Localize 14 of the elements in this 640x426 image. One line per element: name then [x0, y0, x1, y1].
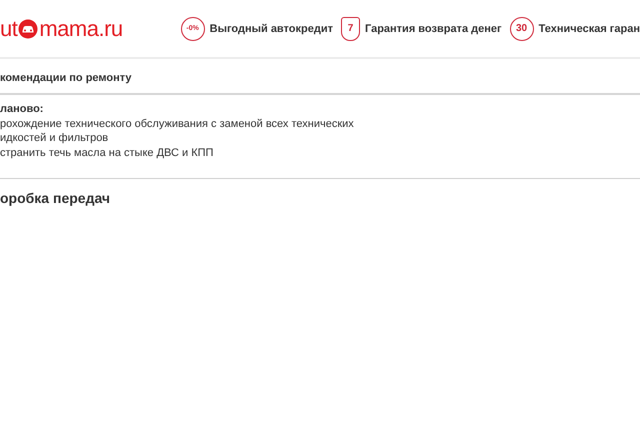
- logo-text[interactable]: mama.ru: [39, 16, 123, 42]
- benefit-link[interactable]: Гарантия возврата денег: [364, 22, 502, 34]
- car-icon: [18, 18, 38, 38]
- shield-badge: 7: [340, 16, 360, 40]
- logo-text[interactable]: ut: [0, 16, 18, 42]
- benefit-link[interactable]: Выгодный автокредит: [210, 22, 333, 34]
- section-heading: оробка передач: [0, 189, 112, 206]
- recommendation-text: рохождение технического обслуживания с заменой всех технических: [0, 116, 355, 131]
- days-badge: 30: [510, 16, 534, 40]
- recommendation-text: странить течь масла на стыке ДВС и КПП: [0, 146, 214, 160]
- section-title: комендации по ремонту: [0, 59, 640, 95]
- benefit-link[interactable]: Техническая гаран: [538, 22, 640, 34]
- recommendation-heading: ланово:: [0, 102, 44, 116]
- recommendation-text: идкостей и фильтров: [0, 131, 110, 146]
